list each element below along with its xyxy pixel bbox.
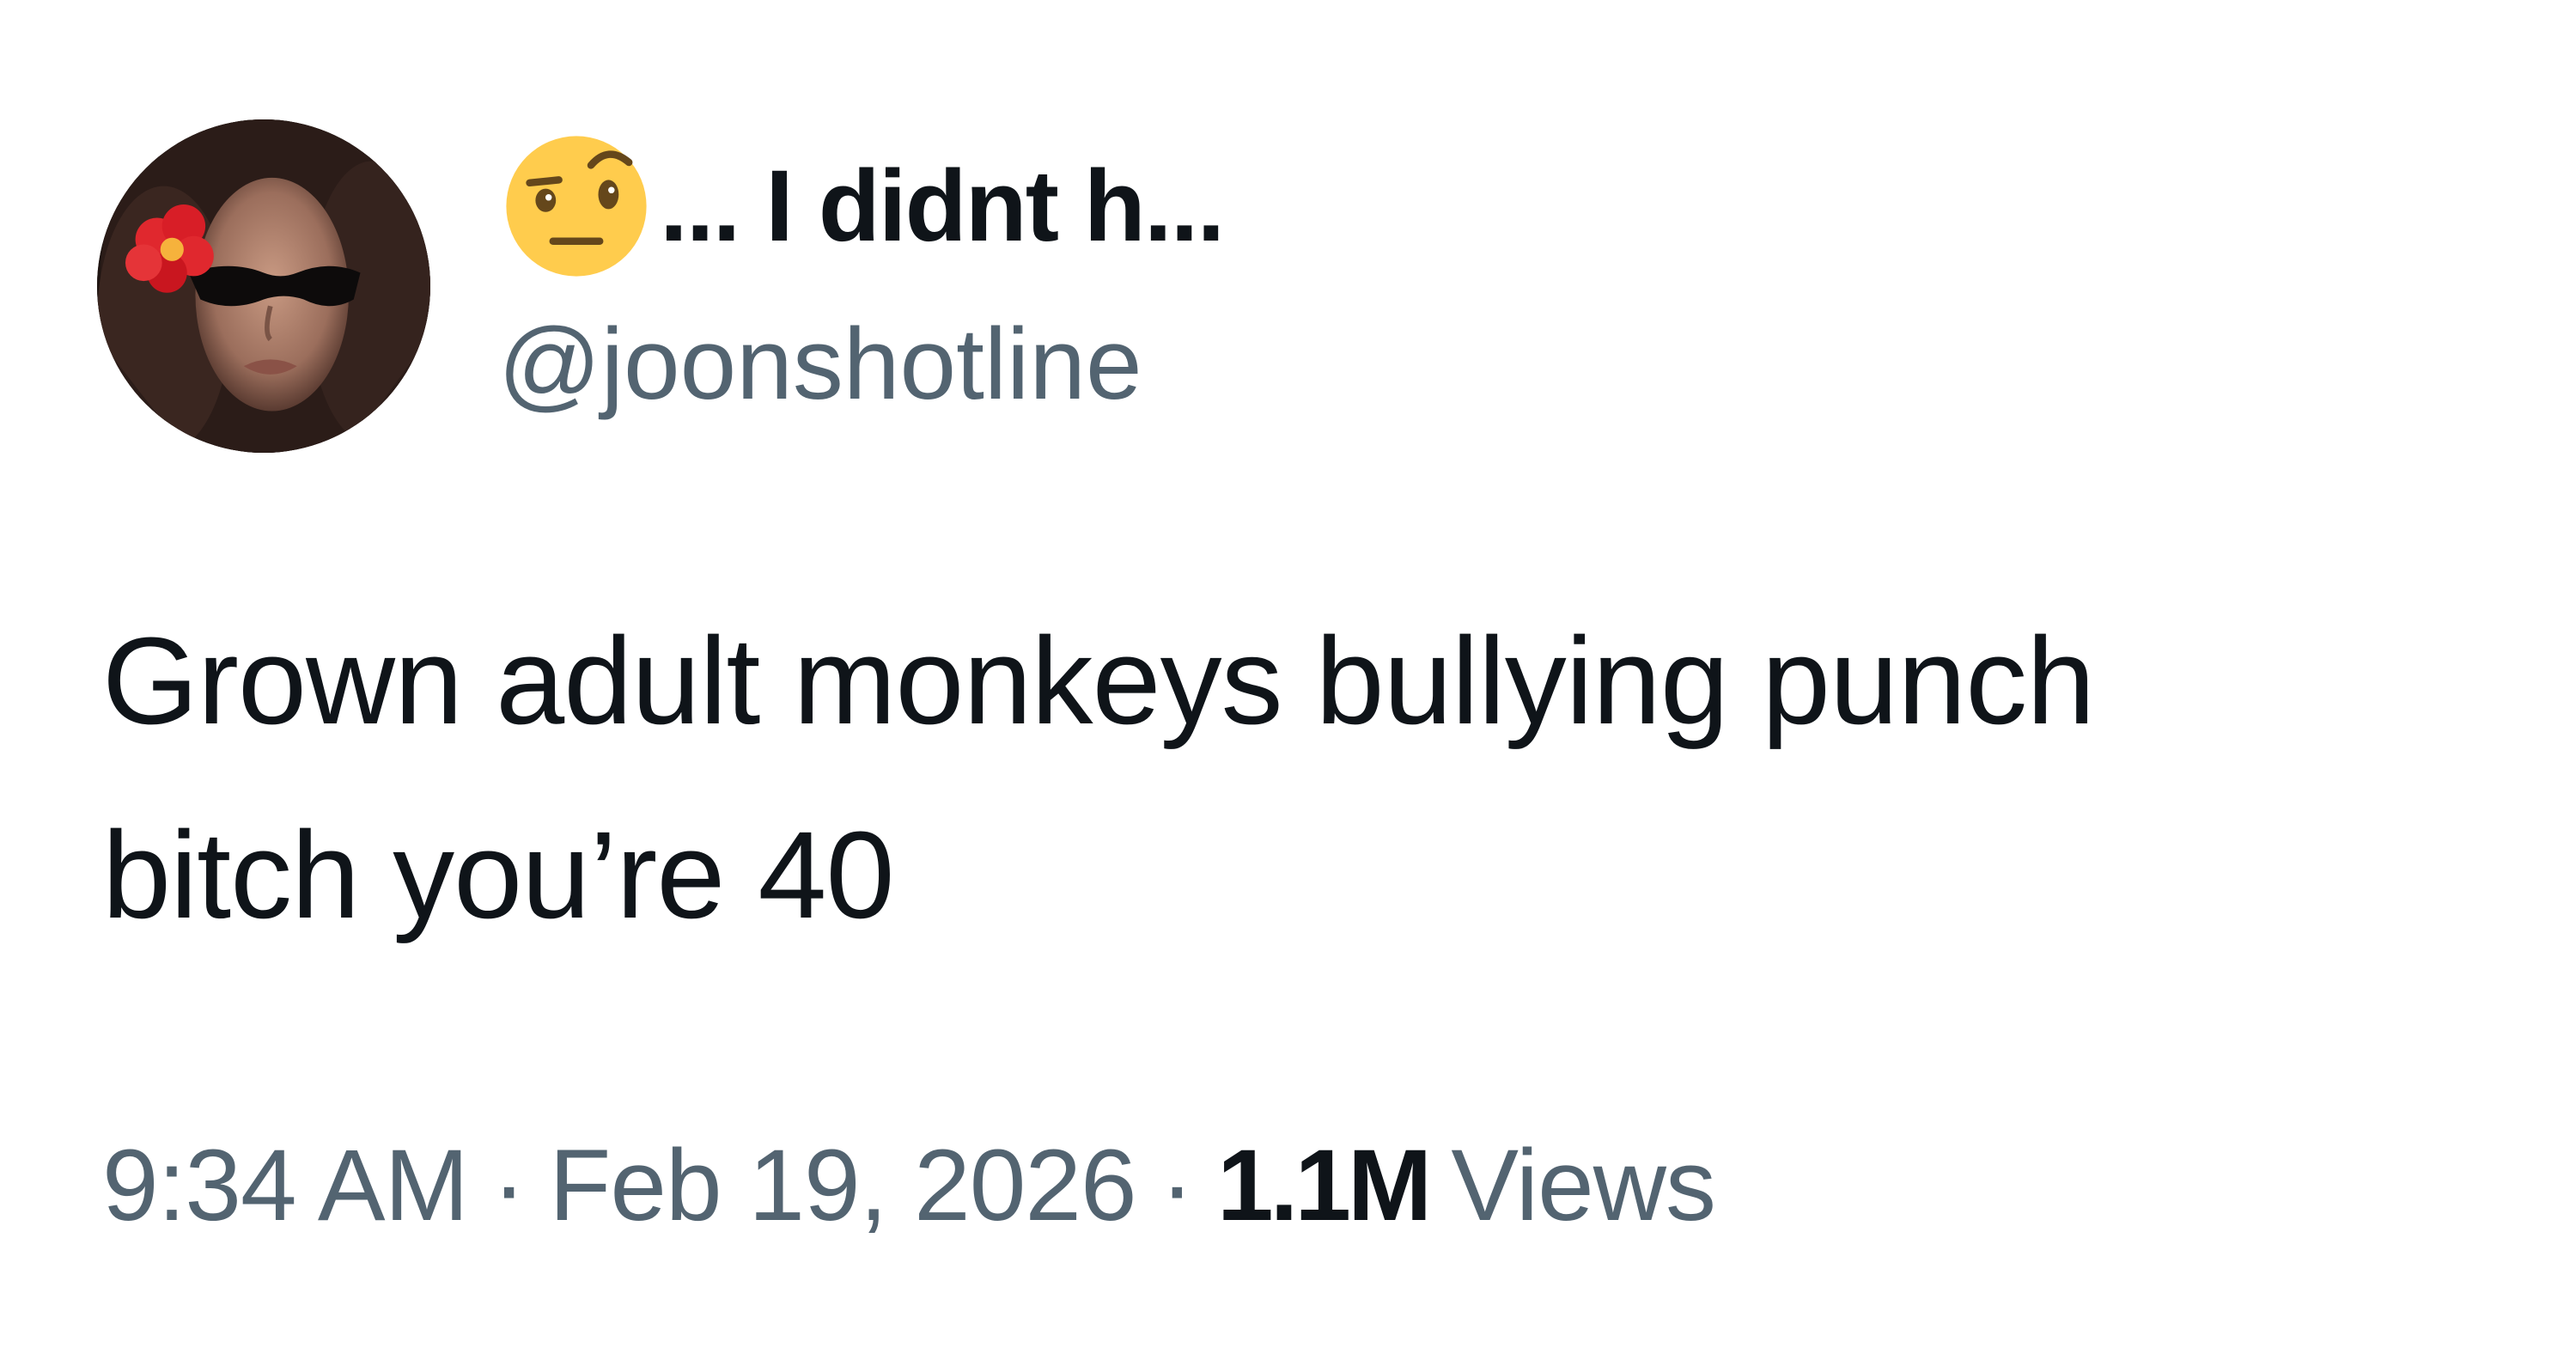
tweet-text: Grown adult monkeys bullying punch bitch… — [102, 584, 2524, 973]
face-with-raised-eyebrow-emoji-icon — [503, 133, 649, 279]
author-avatar[interactable] — [97, 119, 430, 453]
tweet-meta: 9:34 AM · Feb 19, 2026 · 1.1M Views — [102, 1121, 1716, 1250]
tweet-text-line: Grown adult monkeys bullying punch — [102, 612, 2095, 750]
tweet-time[interactable]: 9:34 AM — [102, 1127, 469, 1244]
tweet-card: ... I didnt h... @joonshotline Grown adu… — [0, 0, 2576, 1354]
author-handle[interactable]: @joonshotline — [498, 308, 1142, 421]
tweet-text-line: bitch you’re 40 — [102, 806, 895, 944]
avatar-image — [97, 119, 430, 453]
views-count: 1.1M — [1216, 1129, 1432, 1242]
meta-separator: · — [491, 1129, 526, 1242]
tweet-date[interactable]: Feb 19, 2026 — [549, 1127, 1136, 1244]
author-display-name[interactable]: ... I didnt h... — [660, 156, 1225, 257]
views-label: Views — [1451, 1129, 1716, 1242]
meta-separator: · — [1160, 1129, 1194, 1242]
author-name-row: ... I didnt h... — [503, 129, 1225, 284]
